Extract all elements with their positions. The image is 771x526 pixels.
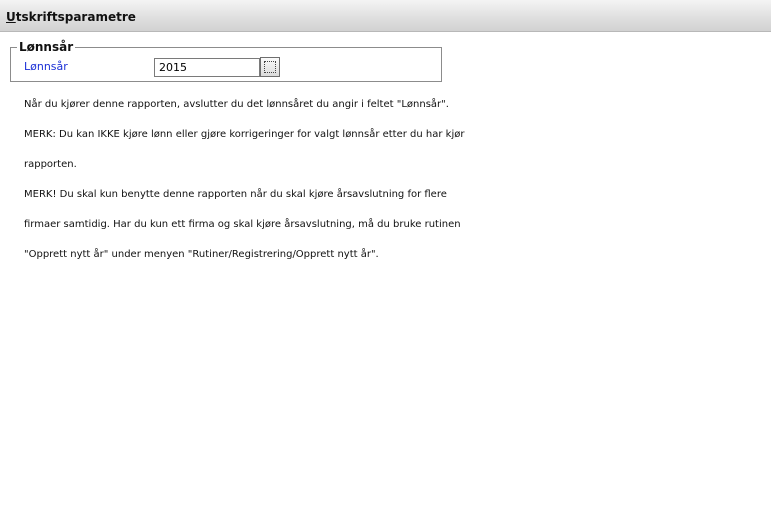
payroll-year-input[interactable]	[154, 58, 260, 77]
page-title: Utskriftsparametre	[6, 10, 136, 24]
payroll-year-label: Lønnsår	[24, 60, 68, 73]
info-line-3: rapporten.	[24, 159, 77, 170]
info-line-6: "Opprett nytt år" under menyen "Rutiner/…	[24, 249, 379, 260]
info-line-2: MERK: Du kan IKKE kjøre lønn eller gjøre…	[24, 129, 465, 140]
ellipsis-icon	[264, 61, 276, 73]
title-mnemonic: U	[6, 10, 16, 24]
info-line-5: firmaer samtidig. Har du kun ett firma o…	[24, 219, 461, 230]
info-line-1: Når du kjører denne rapporten, avslutter…	[24, 99, 449, 110]
parameters-header: Utskriftsparametre	[0, 0, 771, 32]
info-line-4: MERK! Du skal kun benytte denne rapporte…	[24, 189, 447, 200]
title-text: tskriftsparametre	[15, 10, 136, 24]
year-lookup-button[interactable]	[260, 57, 280, 77]
group-legend: Lønnsår	[19, 40, 74, 54]
